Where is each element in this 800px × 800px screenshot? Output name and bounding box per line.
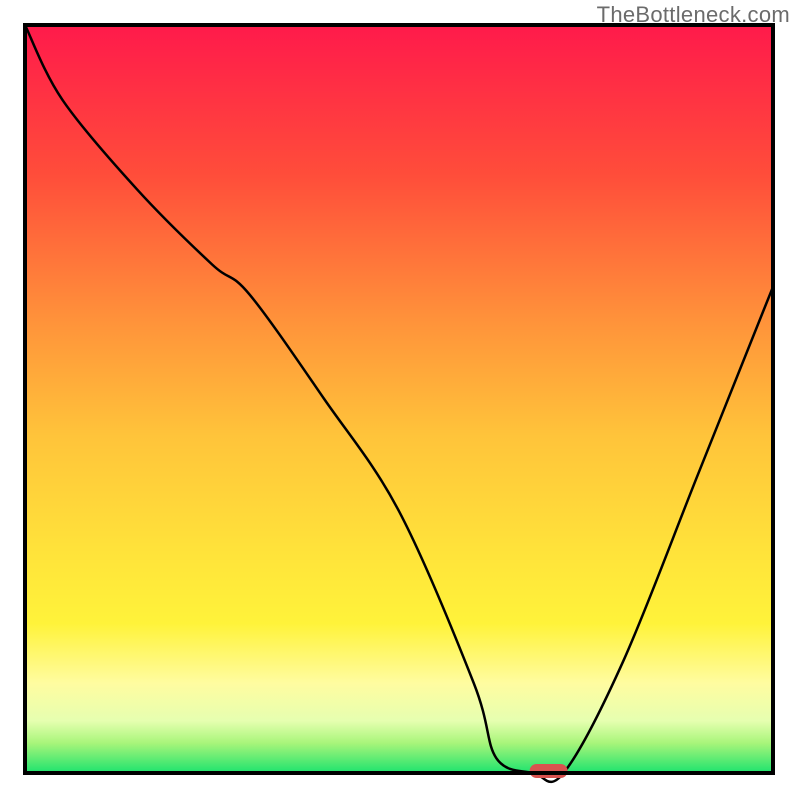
watermark-text: TheBottleneck.com	[597, 2, 790, 28]
chart-stage: TheBottleneck.com	[0, 0, 800, 800]
bottleneck-chart	[0, 0, 800, 800]
plot-background	[25, 25, 773, 773]
